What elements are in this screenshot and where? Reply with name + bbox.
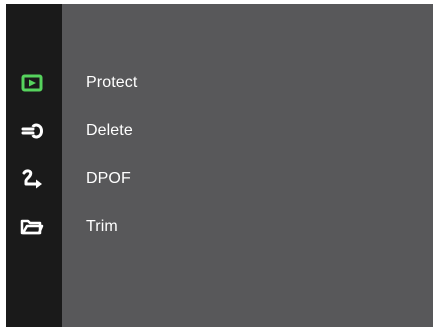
- playback-icon[interactable]: [19, 72, 45, 94]
- menu-item-dpof[interactable]: DPOF: [86, 168, 131, 190]
- folder-icon[interactable]: [19, 216, 45, 238]
- menu-item-label: Delete: [86, 122, 133, 139]
- menu-item-label: Protect: [86, 74, 138, 91]
- camera-menu-screen: Protect Delete DPOF Trim: [6, 4, 433, 327]
- menu-item-protect[interactable]: Protect: [86, 72, 137, 94]
- menu-sidebar: [6, 4, 62, 327]
- menu-item-trim[interactable]: Trim: [86, 216, 118, 238]
- menu-item-label: DPOF: [86, 170, 131, 187]
- menu-item-label: Trim: [86, 218, 118, 235]
- menu-item-delete[interactable]: Delete: [86, 120, 133, 142]
- connection-arrow-icon[interactable]: [19, 168, 45, 190]
- wrench-icon[interactable]: [19, 120, 45, 142]
